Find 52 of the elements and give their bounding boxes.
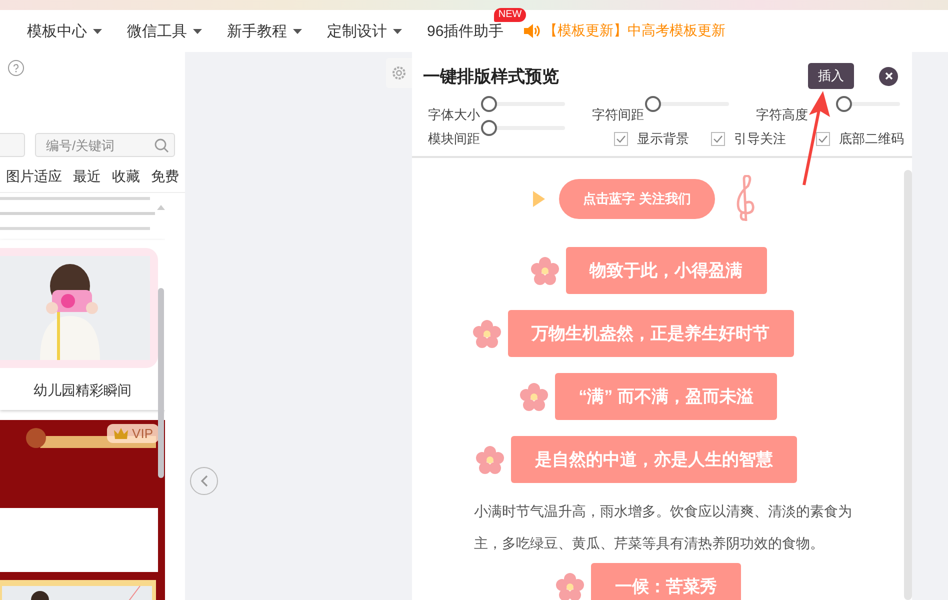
crown-icon [113, 427, 130, 440]
filter-tab[interactable]: 最近 [73, 168, 101, 186]
help-icon[interactable] [8, 60, 24, 76]
slider-thumb[interactable] [645, 96, 661, 112]
slider-label: 字体大小 [428, 106, 480, 124]
nav-menu-item[interactable]: 96插件助手 [427, 22, 504, 40]
slider-thumb[interactable] [481, 120, 497, 136]
filter-tab[interactable]: 图片适应 [6, 168, 62, 186]
slider-label: 字符间距 [592, 106, 644, 124]
section-heading: 一候：苦菜秀 [591, 563, 741, 600]
section-heading: 万物生机盎然，正是养生好时节 [508, 310, 794, 357]
checkbox-label: 引导关注 [734, 130, 786, 148]
section-heading: 是自然的中道，亦是人生的智慧 [511, 436, 797, 483]
nav-menu-item[interactable]: 定制设计 [327, 22, 402, 40]
slider-thumb[interactable] [481, 96, 497, 112]
card-caption: 幼儿园精彩瞬间 [34, 382, 132, 400]
chevron-left-icon [200, 475, 208, 487]
flower-icon [475, 444, 505, 474]
filter-tab[interactable]: 免费 [151, 168, 179, 186]
checkbox-label: 显示背景 [637, 130, 689, 148]
flower-icon [472, 318, 502, 348]
checkbox[interactable] [614, 132, 628, 146]
flower-icon [518, 382, 549, 412]
vip-badge: VIP [107, 424, 159, 443]
flower-icon [555, 572, 585, 600]
nav-menu-item[interactable]: 模板中心 [27, 22, 102, 40]
slider-thumb[interactable] [836, 96, 852, 112]
slider-label: 字符高度 [756, 106, 808, 124]
section-heading: “满” 而不满，盈而未溢 [554, 373, 778, 420]
play-icon [533, 191, 546, 207]
body-paragraph: 小满时节气温升高，雨水增多。饮食应以清爽、清淡的素食为主，多吃绿豆、黄瓜、芹菜等具有清热养阴功效的食物。 [474, 502, 853, 553]
filter-tab[interactable]: 收藏 [112, 168, 140, 186]
nav-menu-item[interactable]: 新手教程 [227, 22, 302, 40]
panel-title: 一键排版样式预览 [423, 66, 560, 88]
speaker-icon [522, 23, 540, 39]
close-button[interactable] [879, 66, 898, 86]
input-field[interactable] [0, 133, 25, 157]
checkbox[interactable] [816, 132, 830, 146]
flower-icon [530, 256, 560, 286]
close-icon [884, 72, 892, 80]
scrollbar-thumb[interactable] [158, 288, 166, 478]
settings-icon [391, 65, 407, 81]
insert-button[interactable]: 插入 [808, 63, 854, 89]
checkbox[interactable] [711, 132, 725, 146]
scrollbar-track[interactable] [904, 170, 912, 600]
search-icon[interactable] [154, 138, 169, 153]
search-field[interactable]: 编号/关键词 [35, 133, 175, 157]
slider-label: 模块间距 [428, 130, 480, 148]
nav-menu-item[interactable]: 微信工具 [127, 22, 202, 40]
new-badge: NEW [494, 8, 526, 22]
section-heading: 物致于此，小得盈满 [566, 247, 766, 294]
checkbox-label: 底部二维码 [839, 130, 904, 148]
